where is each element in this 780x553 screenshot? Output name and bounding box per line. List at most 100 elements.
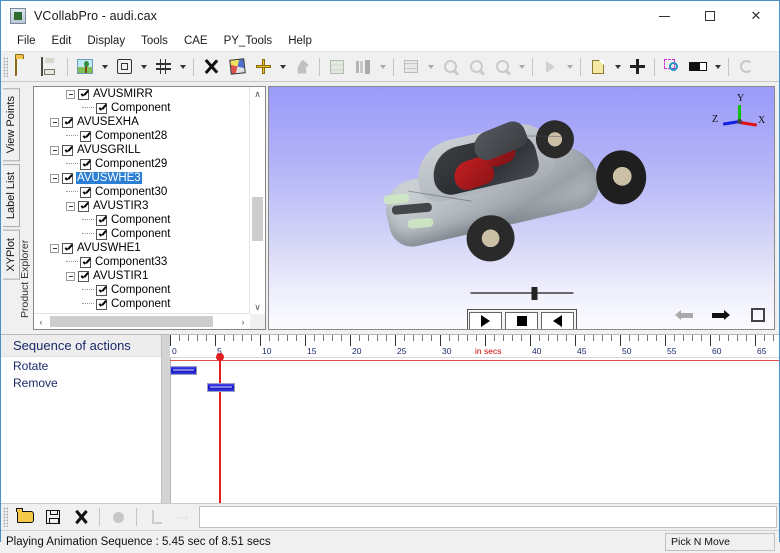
tree-row[interactable]: Component <box>34 297 250 311</box>
tree-row[interactable]: AVUSGRILL <box>34 143 250 157</box>
sequence-timeline[interactable]: 0 5 10 15 20 25 30 in secs 40 45 50 55 60 65 <box>162 335 779 503</box>
sidebar-item-xyplot[interactable]: XYPlot <box>2 230 20 281</box>
tree-checkbox[interactable] <box>80 158 91 170</box>
list-item[interactable]: Rotate <box>1 357 161 374</box>
move-part-dropdown[interactable] <box>276 55 289 79</box>
previous-view-button[interactable] <box>674 307 694 323</box>
minimize-button[interactable] <box>641 1 687 31</box>
tree-row[interactable]: AVUSWHE1 <box>34 241 250 255</box>
playhead-handle[interactable] <box>215 353 224 361</box>
scene-tree-button[interactable] <box>72 55 98 79</box>
tree-row[interactable]: Component29 <box>34 157 250 171</box>
menu-cae[interactable]: CAE <box>176 33 216 49</box>
tree-row[interactable]: Component <box>34 213 250 227</box>
tree-row[interactable]: AVUSEXHA <box>34 115 250 129</box>
sequence-toolbar-grip[interactable] <box>3 507 8 527</box>
tree-checkbox[interactable] <box>62 172 73 184</box>
grid-dropdown[interactable] <box>176 55 189 79</box>
tree-checkbox[interactable] <box>96 214 107 226</box>
maximize-button[interactable] <box>687 1 733 31</box>
scene-tree-dropdown[interactable] <box>98 55 111 79</box>
horizontal-scroll-track[interactable] <box>48 316 236 327</box>
scroll-up-icon[interactable]: ∧ <box>250 87 265 101</box>
tree-checkbox[interactable] <box>78 200 89 212</box>
tree-expander-icon[interactable] <box>50 145 59 155</box>
tree-checkbox[interactable] <box>80 130 91 142</box>
delete-sequence-button[interactable] <box>67 506 95 528</box>
viewport-layout-dropdown[interactable] <box>711 55 724 79</box>
tree-expander-icon[interactable] <box>66 271 75 281</box>
fit-view-dropdown[interactable] <box>137 55 150 79</box>
tree-checkbox[interactable] <box>62 116 73 128</box>
tree-row[interactable]: AVUSMIRR <box>34 87 250 101</box>
open-button[interactable] <box>11 55 37 79</box>
3d-viewport[interactable]: Y X Z <box>268 86 775 330</box>
tree-checkbox[interactable] <box>78 270 89 282</box>
viewport-layout-button[interactable] <box>685 55 711 79</box>
explode-button[interactable] <box>198 55 224 79</box>
play-button[interactable] <box>469 311 502 329</box>
tree-row[interactable]: AVUSTIR3 <box>34 199 250 213</box>
tree-checkbox[interactable] <box>80 186 91 198</box>
tree-expander-icon[interactable] <box>66 89 75 99</box>
tree-checkbox[interactable] <box>96 228 107 240</box>
menu-display[interactable]: Display <box>79 33 133 49</box>
pick-move-button[interactable] <box>624 55 650 79</box>
menu-help[interactable]: Help <box>280 33 320 49</box>
reverse-button[interactable] <box>541 311 574 329</box>
fit-view-button[interactable] <box>111 55 137 79</box>
tree-row[interactable]: Component <box>34 101 250 115</box>
stop-button[interactable] <box>505 311 538 329</box>
animation-time-slider[interactable] <box>470 287 573 300</box>
assembly-tree[interactable]: AVUSMIRR Component AVUSEXHA Component28 AVUS… <box>33 86 266 330</box>
scroll-right-icon[interactable]: › <box>236 317 250 327</box>
toolbar-grip[interactable] <box>3 56 8 77</box>
open-sequence-button[interactable] <box>11 506 39 528</box>
menu-tools[interactable]: Tools <box>133 33 176 49</box>
tree-expander-icon[interactable] <box>50 117 59 127</box>
close-button[interactable]: ✕ <box>733 1 779 31</box>
sidebar-item-view-points[interactable]: View Points <box>2 88 20 162</box>
tree-checkbox[interactable] <box>96 298 107 310</box>
tree-checkbox[interactable] <box>78 88 89 100</box>
tree-row[interactable]: AVUSTIR1 <box>34 269 250 283</box>
new-page-button[interactable] <box>585 55 611 79</box>
new-page-dropdown[interactable] <box>611 55 624 79</box>
tree-checkbox[interactable] <box>96 284 107 296</box>
menu-file[interactable]: File <box>9 33 44 49</box>
timeline-bar-rotate[interactable] <box>170 366 197 375</box>
fullscreen-button[interactable] <box>748 307 768 323</box>
tree-checkbox[interactable] <box>80 256 91 268</box>
tree-expander-icon[interactable] <box>50 173 59 183</box>
move-part-button[interactable] <box>250 55 276 79</box>
tree-expander-icon[interactable] <box>66 201 75 211</box>
scroll-left-icon[interactable]: ‹ <box>34 317 48 327</box>
tree-row[interactable]: AVUSWHE3 <box>34 171 250 185</box>
grid-button[interactable] <box>150 55 176 79</box>
tree-horizontal-scrollbar[interactable]: ‹ › <box>34 313 250 329</box>
next-view-button[interactable] <box>711 307 731 323</box>
tree-row[interactable]: Component <box>34 283 250 297</box>
timeline-bar-remove[interactable] <box>206 383 235 392</box>
save-sequence-button[interactable] <box>39 506 67 528</box>
tree-row[interactable]: Component33 <box>34 255 250 269</box>
tree-row[interactable]: Component30 <box>34 185 250 199</box>
vertical-scroll-thumb[interactable] <box>252 197 263 241</box>
tree-vertical-scrollbar[interactable]: ∧ ∨ <box>249 87 265 314</box>
tree-row[interactable]: Component28 <box>34 129 250 143</box>
list-item[interactable]: Remove <box>1 374 161 391</box>
scroll-down-icon[interactable]: ∨ <box>250 300 265 314</box>
timeline-playhead[interactable] <box>215 353 224 503</box>
tree-checkbox[interactable] <box>62 242 73 254</box>
menu-py-tools[interactable]: PY_Tools <box>216 33 281 49</box>
horizontal-scroll-thumb[interactable] <box>50 316 213 327</box>
tree-expander-icon[interactable] <box>50 243 59 253</box>
slider-handle[interactable] <box>531 287 537 300</box>
zoom-window-button[interactable] <box>659 55 685 79</box>
tree-row[interactable]: Component <box>34 227 250 241</box>
render-mode-button[interactable] <box>224 55 250 79</box>
save-button[interactable] <box>37 55 63 79</box>
tree-checkbox[interactable] <box>62 144 73 156</box>
tree-checkbox[interactable] <box>96 102 107 114</box>
sidebar-item-label-list[interactable]: Label List <box>2 164 20 228</box>
